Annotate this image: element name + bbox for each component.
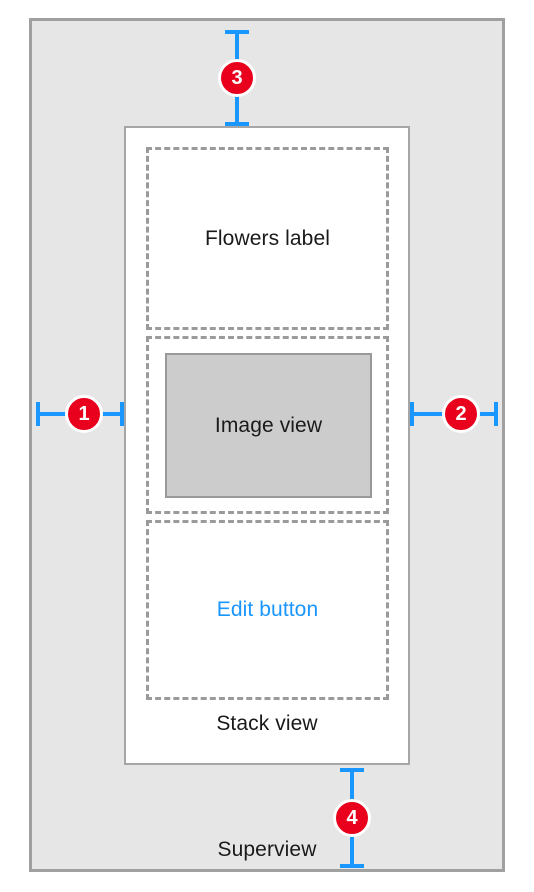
dimension-cap-right-icon (120, 402, 124, 426)
flowers-label-bounds: Flowers label (146, 147, 389, 330)
stack-view-caption: Stack view (124, 712, 410, 736)
callout-badge-4[interactable]: 4 (333, 799, 371, 837)
edit-button-text: Edit button (216, 598, 319, 621)
edit-button-bounds: Edit button (146, 520, 389, 700)
dimension-cap-bottom-icon (225, 122, 249, 126)
callout-badge-2[interactable]: 2 (442, 395, 480, 433)
callout-badge-1[interactable]: 1 (65, 395, 103, 433)
superview-caption: Superview (29, 838, 505, 862)
callout-badge-3[interactable]: 3 (218, 59, 256, 97)
dimension-cap-bottom-icon (340, 864, 364, 868)
image-view-text: Image view (214, 413, 323, 437)
image-view-rect: Image view (165, 353, 372, 498)
diagram-canvas: Flowers label Image view Edit button Sta… (0, 0, 534, 892)
dimension-cap-right-icon (494, 402, 498, 426)
superview-caption-text: Superview (217, 838, 317, 861)
stack-view-caption-text: Stack view (216, 712, 318, 735)
flowers-label-text: Flowers label (204, 226, 330, 250)
